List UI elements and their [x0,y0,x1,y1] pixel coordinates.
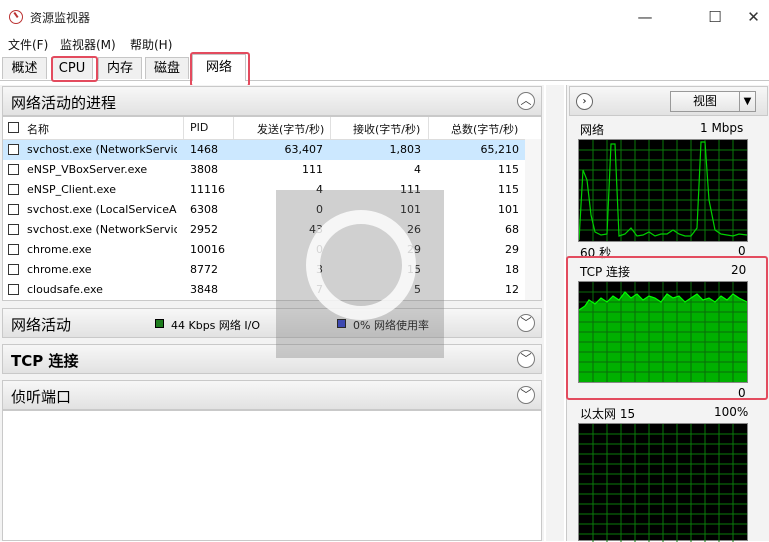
cell-total: 115 [498,183,519,196]
tab-memory[interactable]: 内存 [98,57,142,79]
row-checkbox[interactable] [8,284,19,295]
close-button[interactable]: ✕ [738,4,769,30]
tcp-section-title: TCP 连接 [11,352,79,370]
select-all-checkbox[interactable] [8,122,19,133]
cell-name: chrome.exe [27,243,92,256]
table-row[interactable]: eNSP_Client.exe 11116 4 111 115 [3,180,525,200]
cell-total: 101 [498,203,519,216]
tab-overview[interactable]: 概述 [2,57,47,79]
window-title: 资源监视器 [30,11,91,25]
processes-section-title: 网络活动的进程 [11,94,117,112]
graph-network-name: 网络 [580,123,605,137]
table-row[interactable]: chrome.exe 8772 3 15 18 [3,260,525,280]
expand-chevron-icon[interactable]: ﹀ [517,350,535,368]
cell-name: eNSP_Client.exe [27,183,116,196]
tab-disk[interactable]: 磁盘 [145,57,189,79]
table-row[interactable]: svchost.exe (LocalServiceA... 6308 0 101 101 [3,200,525,220]
cell-pid: 8772 [190,263,218,276]
cell-name: svchost.exe (NetworkServic... [27,223,177,236]
collapse-chevron-icon[interactable]: ︿ [517,92,535,110]
cell-total: 65,210 [480,143,520,156]
cpu-tab-highlight [51,56,98,82]
cell-total: 68 [505,223,519,236]
cell-receive: 1,803 [389,143,422,156]
table-header: 名称 PID 发送(字节/秒) 接收(字节/秒) 总数(字节/秒) ﹀ [3,116,541,140]
cell-total: 115 [498,163,519,176]
row-checkbox[interactable] [8,164,19,175]
sort-desc-icon: ﹀ [473,116,481,123]
title-bar: 资源监视器 — ☐ ✕ [0,0,769,34]
cell-pid: 3808 [190,163,218,176]
cell-receive: 4 [414,163,421,176]
empty-area [2,410,542,541]
expand-right-icon[interactable]: › [576,93,593,110]
listen-section-title: 侦听端口 [11,388,72,406]
cell-total: 12 [505,283,519,296]
graph-network-max: 1 Mbps [700,121,744,135]
menu-file[interactable]: 文件(F) [8,36,48,53]
cell-total: 18 [505,263,519,276]
col-name[interactable]: 名称 [27,121,49,137]
row-checkbox[interactable] [8,244,19,255]
table-row[interactable]: chrome.exe 10016 0 29 29 [3,240,525,260]
cell-pid: 10016 [190,243,225,256]
minimize-button[interactable]: — [622,4,668,30]
row-checkbox[interactable] [8,224,19,235]
network-tab-highlight [190,52,250,87]
expand-chevron-icon[interactable]: ﹀ [517,386,535,404]
graph-network [578,139,748,242]
cell-pid: 11116 [190,183,225,196]
io-legend-label: 44 Kbps 网络 I/O [171,319,261,332]
cell-name: cloudsafe.exe [27,283,103,296]
cell-pid: 3848 [190,283,218,296]
graph-toolbar: › 视图 ▼ [569,86,768,116]
maximize-button[interactable]: ☐ [692,4,738,30]
row-checkbox[interactable] [8,264,19,275]
cell-pid: 6308 [190,203,218,216]
processes-section-header[interactable]: 网络活动的进程 ︿ [2,86,542,116]
cell-send: 111 [302,163,323,176]
row-checkbox[interactable] [8,184,19,195]
expand-chevron-icon[interactable]: ﹀ [517,314,535,332]
graph-ethernet-max: 100% [714,405,749,419]
network-activity-title: 网络活动 [11,316,72,334]
table-row[interactable]: cloudsafe.exe 3848 7 5 12 [3,280,525,300]
graph-ethernet [578,423,748,542]
table-scrollbar[interactable] [525,139,541,300]
graph-ethernet-name: 以太网 15 [580,407,636,421]
cell-pid: 2952 [190,223,218,236]
col-send[interactable]: 发送(字节/秒) [257,121,324,137]
watermark-logo [276,190,444,358]
col-receive[interactable]: 接收(字节/秒) [353,121,420,137]
cell-total: 29 [505,243,519,256]
splitter[interactable] [546,85,564,541]
io-legend-swatch [155,319,164,328]
cell-send: 63,407 [284,143,324,156]
network-activity-header[interactable]: 网络活动 44 Kbps 网络 I/O 0% 网络使用率 ﹀ [2,308,542,338]
col-pid[interactable]: PID [190,121,208,134]
table-row[interactable]: svchost.exe (NetworkService) 1468 63,407 1,… [3,140,525,160]
view-dropdown-icon[interactable]: ▼ [739,91,756,112]
row-checkbox[interactable] [8,144,19,155]
cell-name: svchost.exe (NetworkService) [27,143,177,156]
listen-section-header[interactable]: 侦听端口 ﹀ [2,380,542,410]
resource-monitor-icon [9,10,23,24]
row-checkbox[interactable] [8,204,19,215]
menu-help[interactable]: 帮助(H) [130,36,172,53]
view-button[interactable]: 视图 [670,91,740,112]
menu-monitor[interactable]: 监视器(M) [60,36,116,53]
cell-pid: 1468 [190,143,218,156]
col-total[interactable]: 总数(字节/秒) [451,121,518,137]
cell-name: chrome.exe [27,263,92,276]
cell-name: svchost.exe (LocalServiceA... [27,203,177,216]
menu-bar: 文件(F) 监视器(M) 帮助(H) [0,34,769,54]
process-table: 名称 PID 发送(字节/秒) 接收(字节/秒) 总数(字节/秒) ﹀ svch… [2,116,542,301]
table-row[interactable]: eNSP_VBoxServer.exe 3808 111 4 115 [3,160,525,180]
table-row[interactable]: svchost.exe (NetworkServic... 2952 43 26 68 [3,220,525,240]
tab-bar: 概述 CPU 内存 磁盘 网络 [0,54,769,81]
cell-name: eNSP_VBoxServer.exe [27,163,148,176]
tcp-graph-highlight [566,256,768,400]
tcp-section-header[interactable]: TCP 连接 ﹀ [2,344,542,374]
